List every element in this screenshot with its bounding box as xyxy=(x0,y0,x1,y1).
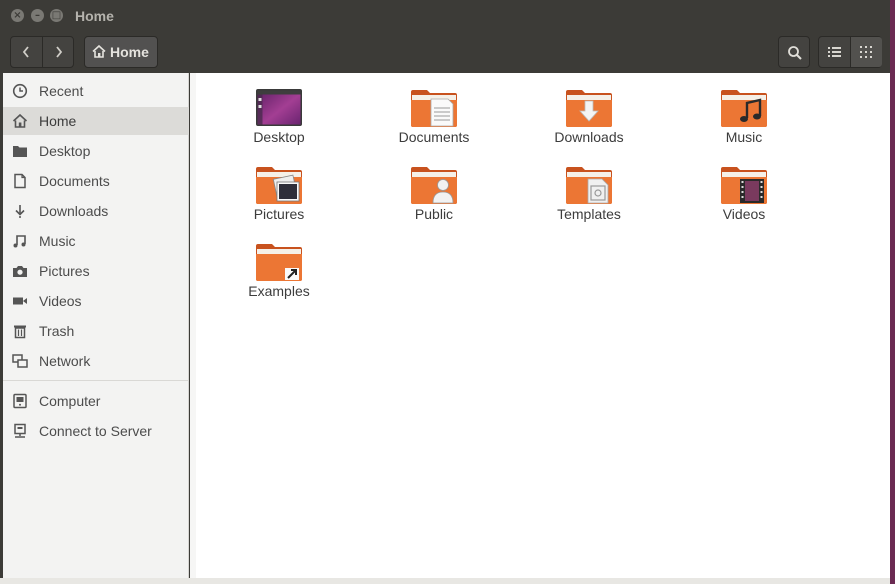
toolbar: Home xyxy=(0,32,890,73)
title-bar: × – □ Home xyxy=(0,0,890,32)
file-item-label: Videos xyxy=(722,206,766,222)
file-item-label: Music xyxy=(725,129,763,145)
file-view-edge xyxy=(190,73,196,584)
sidebar-item-label: Documents xyxy=(39,173,110,189)
file-manager-window: × – □ Home Home Recent Home Desktop Docu… xyxy=(0,0,890,584)
search-icon xyxy=(788,46,802,60)
sidebar-item-label: Music xyxy=(39,233,76,249)
sidebar-item-videos[interactable]: Videos xyxy=(3,287,189,315)
file-item-label: Pictures xyxy=(253,206,305,222)
server-icon xyxy=(14,423,26,438)
sidebar-item-label: Connect to Server xyxy=(39,423,152,439)
videos-folder-icon xyxy=(721,167,767,204)
sidebar-item-label: Home xyxy=(39,113,77,129)
sidebar-item-label: Recent xyxy=(39,83,84,99)
home-icon xyxy=(12,113,28,128)
sidebar-item-connect-to-server[interactable]: Connect to Server xyxy=(3,417,189,445)
desktop-dock-strip xyxy=(0,578,890,584)
sidebar-item-computer[interactable]: Computer xyxy=(3,387,189,415)
music-icon xyxy=(13,235,26,248)
sidebar-item-label: Desktop xyxy=(39,143,91,159)
file-item-pictures[interactable]: Pictures xyxy=(219,165,339,235)
sidebar: Recent Home Desktop Documents Downloads … xyxy=(3,73,189,584)
computer-icon xyxy=(13,393,27,409)
sidebar-item-trash[interactable]: Trash xyxy=(3,317,189,345)
sidebar-item-recent[interactable]: Recent xyxy=(3,77,189,105)
file-item-label: Public xyxy=(414,206,454,222)
forward-button[interactable] xyxy=(43,37,74,67)
file-item-label: Downloads xyxy=(554,129,624,145)
desktop-folder-icon xyxy=(256,89,302,126)
breadcrumb-home[interactable]: Home xyxy=(84,36,158,68)
sidebar-item-music[interactable]: Music xyxy=(3,227,189,255)
music-folder-icon xyxy=(721,90,767,127)
sidebar-item-home[interactable]: Home xyxy=(3,107,189,135)
desktop-background-edge xyxy=(890,0,895,584)
folder-icon xyxy=(13,146,27,157)
file-item-music[interactable]: Music xyxy=(684,88,804,158)
sidebar-item-desktop[interactable]: Desktop xyxy=(3,137,189,165)
downloads-folder-icon xyxy=(566,90,612,127)
list-view-icon xyxy=(828,47,841,57)
clock-icon xyxy=(12,83,28,99)
sidebar-item-label: Trash xyxy=(39,323,75,339)
file-item-examples[interactable]: Examples xyxy=(219,242,339,312)
file-item-label: Desktop xyxy=(253,129,305,145)
sidebar-item-label: Downloads xyxy=(39,203,109,219)
list-view-button[interactable] xyxy=(819,37,851,67)
network-icon xyxy=(12,354,28,368)
sidebar-item-pictures[interactable]: Pictures xyxy=(3,257,189,285)
chevron-left-icon xyxy=(22,46,29,58)
pictures-folder-icon xyxy=(256,167,302,204)
templates-folder-icon xyxy=(566,167,612,204)
sidebar-item-label: Computer xyxy=(39,393,101,409)
sidebar-item-network[interactable]: Network xyxy=(3,347,189,375)
back-button[interactable] xyxy=(11,37,43,67)
public-folder-icon xyxy=(411,167,457,204)
camera-icon xyxy=(13,266,27,277)
close-window-button[interactable]: × xyxy=(11,9,24,22)
file-item-videos[interactable]: Videos xyxy=(684,165,804,235)
chevron-right-icon xyxy=(56,46,63,58)
sidebar-item-label: Videos xyxy=(39,293,82,309)
sidebar-item-label: Pictures xyxy=(39,263,90,279)
file-item-templates[interactable]: Templates xyxy=(529,165,649,235)
breadcrumb-label: Home xyxy=(110,44,149,60)
examples-folder-icon xyxy=(256,244,302,281)
file-item-documents[interactable]: Documents xyxy=(374,88,494,158)
navigation-buttons xyxy=(10,36,74,68)
maximize-window-button[interactable]: □ xyxy=(50,9,63,22)
download-icon xyxy=(15,205,25,218)
search-button[interactable] xyxy=(778,36,810,68)
sidebar-item-downloads[interactable]: Downloads xyxy=(3,197,189,225)
sidebar-item-label: Network xyxy=(39,353,91,369)
video-icon xyxy=(13,297,27,305)
grid-view-button[interactable] xyxy=(851,37,882,67)
trash-icon xyxy=(14,325,26,339)
home-icon xyxy=(92,44,106,58)
documents-folder-icon xyxy=(411,90,457,127)
file-item-public[interactable]: Public xyxy=(374,165,494,235)
file-item-desktop[interactable]: Desktop xyxy=(219,88,339,158)
sidebar-item-documents[interactable]: Documents xyxy=(3,167,189,195)
view-mode-buttons xyxy=(818,36,882,68)
file-item-label: Examples xyxy=(248,283,310,299)
minimize-window-button[interactable]: – xyxy=(31,9,44,22)
file-item-downloads[interactable]: Downloads xyxy=(529,88,649,158)
sidebar-separator xyxy=(3,380,189,381)
file-item-label: Templates xyxy=(557,206,621,222)
document-icon xyxy=(14,173,26,189)
window-title: Home xyxy=(75,8,114,24)
grid-view-icon xyxy=(860,46,872,58)
file-item-label: Documents xyxy=(398,129,470,145)
